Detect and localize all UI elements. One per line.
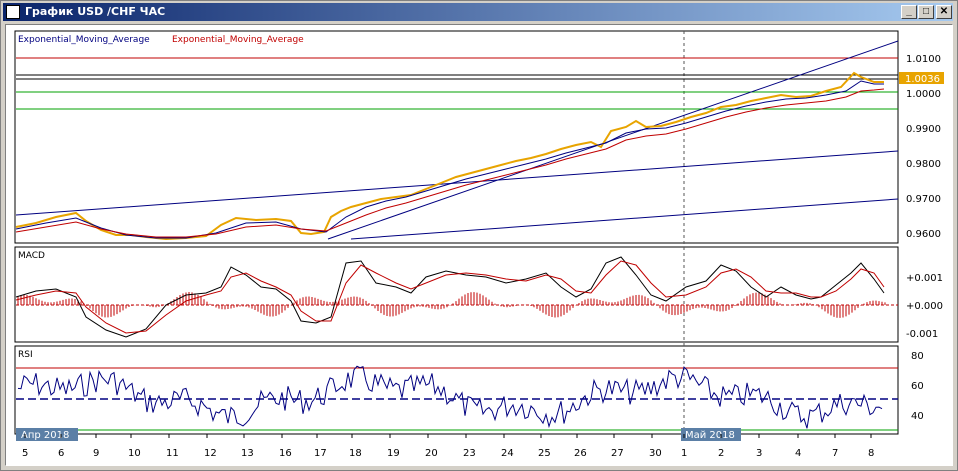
window-title: График USD /CHF ЧАС: [25, 5, 166, 18]
title-bar[interactable]: График USD /CHF ЧАС _ □ ✕: [3, 3, 953, 21]
date-tick: 10: [128, 448, 141, 459]
rsi-label: RSI: [18, 350, 33, 360]
date-tick: 6: [58, 448, 64, 459]
macd-tick: -0.001: [906, 329, 938, 340]
date-tick: 2: [718, 448, 724, 459]
price-panel: [14, 30, 899, 244]
date-tick: 9: [93, 448, 99, 459]
price-tick: 0.9600: [906, 229, 941, 240]
date-tick: 1: [681, 448, 687, 459]
current-price: 1.0036: [905, 74, 940, 85]
month-label-apr: Апр 2018: [21, 430, 69, 441]
date-tick: 26: [574, 448, 587, 459]
price-tick: 0.9900: [906, 124, 941, 135]
date-tick: 7: [832, 448, 838, 459]
date-axis: 5 6 9 10 11 12 13 16 17 18 19 20 23 24 25 26 27 30 1 2 3 4 7 8: [22, 434, 874, 459]
chart-window: График USD /CHF ЧАС _ □ ✕ Exponential_Mo…: [0, 0, 958, 471]
minimize-button[interactable]: _: [901, 5, 917, 19]
macd-axis: +0.001 +0.000 -0.001: [906, 273, 943, 340]
date-tick: 27: [611, 448, 624, 459]
macd-tick: +0.001: [906, 273, 943, 284]
legend-ema-slow: Exponential_Moving_Average: [172, 35, 304, 45]
date-tick: 17: [314, 448, 327, 459]
date-tick: 30: [649, 448, 662, 459]
date-tick: 18: [349, 448, 362, 459]
date-tick: 8: [868, 448, 874, 459]
date-tick: 20: [425, 448, 438, 459]
price-tick: 0.9800: [906, 159, 941, 170]
legend-ema-fast: Exponential_Moving_Average: [18, 35, 150, 45]
date-tick: 11: [166, 448, 179, 459]
date-tick: 25: [538, 448, 551, 459]
macd-tick: +0.000: [906, 301, 943, 312]
close-button[interactable]: ✕: [936, 5, 952, 19]
date-tick: 19: [387, 448, 400, 459]
date-tick: 5: [22, 448, 28, 459]
date-tick: 24: [501, 448, 514, 459]
chart-svg[interactable]: Exponential_Moving_Average Exponential_M…: [6, 25, 952, 465]
price-tick: 1.0000: [906, 89, 941, 100]
macd-label: MACD: [18, 251, 45, 261]
chart-area[interactable]: Exponential_Moving_Average Exponential_M…: [5, 24, 953, 466]
date-tick: 13: [241, 448, 254, 459]
rsi-axis: 80 60 40: [911, 351, 924, 422]
rsi-tick: 80: [911, 351, 924, 362]
month-label-may: Май 2018: [685, 430, 735, 441]
chart-app-icon: [6, 5, 20, 19]
rsi-tick: 40: [911, 411, 924, 422]
price-tick: 0.9700: [906, 194, 941, 205]
date-tick: 3: [756, 448, 762, 459]
price-tick: 1.0100: [906, 54, 941, 65]
rsi-tick: 60: [911, 381, 924, 392]
rsi-panel: [14, 345, 899, 435]
date-tick: 16: [279, 448, 292, 459]
date-tick: 4: [795, 448, 801, 459]
date-tick: 23: [463, 448, 476, 459]
date-tick: 12: [204, 448, 217, 459]
restore-button[interactable]: □: [918, 5, 934, 19]
